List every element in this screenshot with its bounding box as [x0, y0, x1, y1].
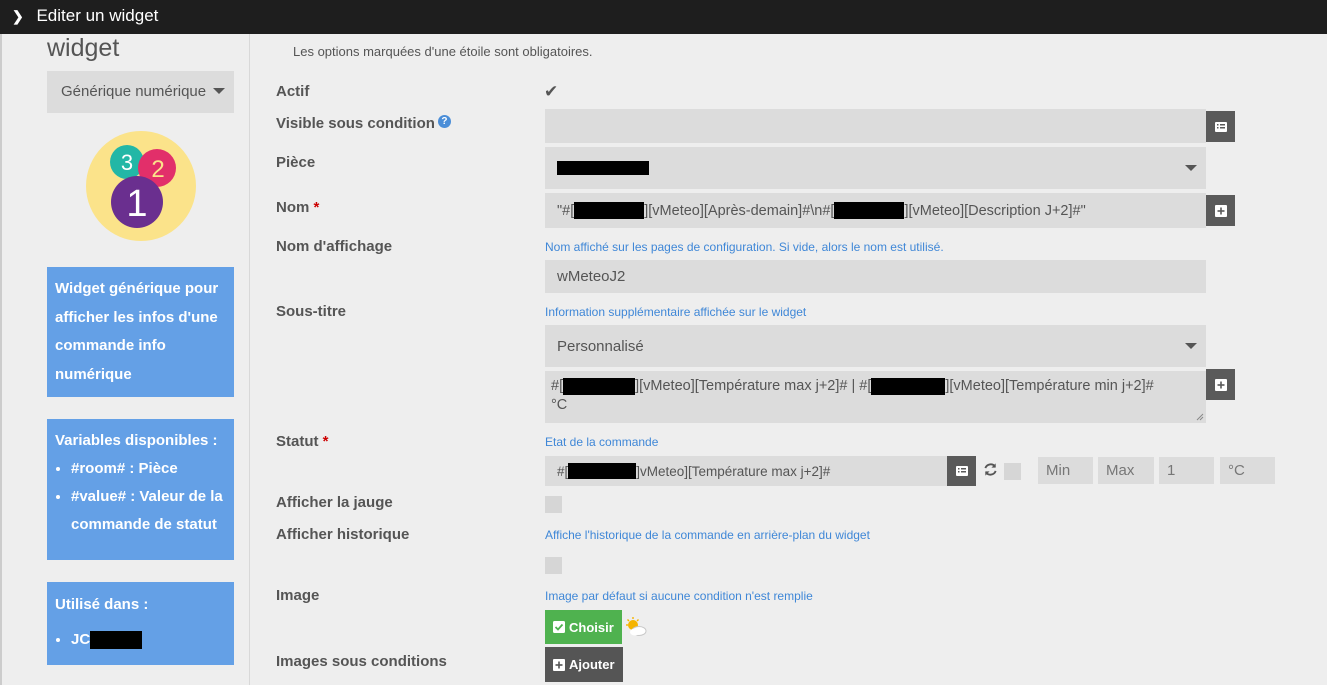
statut-text-part: ]vMeteo][Température max j+2]#: [636, 463, 831, 479]
sidebar-title: widget: [47, 34, 120, 62]
variable-value: #value# : Valeur de la commande de statu…: [71, 483, 226, 539]
visible-label-text: Visible sous condition: [276, 115, 435, 132]
variable-code: #room#: [71, 460, 126, 477]
ajouter-button[interactable]: Ajouter: [545, 647, 623, 682]
svg-text:3: 3: [121, 150, 133, 175]
sous-titre-select-value: Personnalisé: [557, 337, 644, 355]
sous-titre-text-part: ][vMeteo][Température max j+2]# | #[: [635, 378, 872, 394]
plus-square-icon: [1214, 204, 1227, 217]
nom-label: Nom *: [276, 199, 320, 216]
sous-titre-text-part: ][vMeteo][Température min j+2]#: [945, 378, 1154, 394]
unit-input[interactable]: °C: [1220, 457, 1275, 484]
images-conditions-label: Images sous conditions: [276, 653, 447, 670]
nom-add-button[interactable]: [1206, 195, 1235, 226]
weather-cloud-sun-icon: [626, 617, 647, 636]
variable-text: : Pièce: [125, 460, 178, 477]
refresh-icon[interactable]: [983, 462, 998, 477]
used-in-box: Utilisé dans : JC: [47, 582, 234, 665]
widget-form: Les options marquées d'une étoile sont o…: [251, 34, 1327, 685]
step-input[interactable]: 1: [1159, 457, 1214, 484]
help-icon[interactable]: ?: [437, 115, 451, 128]
statut-label-text: Statut: [276, 433, 319, 450]
numeric-widget-logo: 3 2 1: [86, 131, 196, 241]
redacted-block: [90, 631, 143, 650]
list-icon: [1214, 121, 1227, 132]
sous-titre-text-part: °C: [551, 397, 568, 413]
ajouter-button-label: Ajouter: [569, 657, 615, 672]
used-in-item[interactable]: JC: [71, 626, 226, 654]
historique-label: Afficher historique: [276, 526, 410, 543]
image-label: Image: [276, 587, 320, 604]
sous-titre-add-button[interactable]: [1206, 369, 1235, 400]
redacted-block: [834, 202, 905, 219]
choisir-button-label: Choisir: [569, 619, 614, 635]
variables-title: Variables disponibles :: [55, 432, 218, 449]
variable-room: #room# : Pièce: [71, 455, 226, 483]
nom-affichage-input[interactable]: wMeteoJ2: [545, 260, 1206, 293]
actif-label: Actif: [276, 83, 310, 100]
nom-affichage-info: Nom affiché sur les pages de configurati…: [545, 240, 944, 254]
visible-condition-input[interactable]: [545, 109, 1206, 143]
svg-text:2: 2: [151, 156, 164, 183]
widget-type-value: Générique numérique: [61, 83, 207, 100]
sous-titre-textarea[interactable]: #[ ][vMeteo][Température max j+2]# | #[ ][…: [545, 371, 1206, 423]
nom-affichage-value: wMeteoJ2: [557, 268, 626, 285]
widget-description: Widget générique pour afficher les infos…: [47, 267, 234, 397]
nom-text-part: "#[: [557, 202, 575, 219]
visible-label: Visible sous condition?: [276, 115, 451, 132]
resize-handle-icon[interactable]: [1196, 413, 1204, 421]
redacted-block: [574, 202, 645, 219]
nom-label-text: Nom: [276, 199, 310, 216]
widget-description-text: Widget générique pour afficher les infos…: [55, 280, 219, 383]
variables-box: Variables disponibles : #room# : Pièce #…: [47, 419, 234, 560]
check-square-icon: [553, 621, 565, 633]
historique-checkbox[interactable]: [545, 557, 562, 574]
chevron-down-icon: [213, 88, 225, 94]
statut-list-button[interactable]: [947, 456, 976, 486]
used-in-item-label: JC: [71, 631, 91, 648]
plus-square-icon: [553, 658, 565, 671]
statut-input[interactable]: #[ ]vMeteo][Température max j+2]#: [545, 456, 947, 486]
redacted-block: [563, 377, 636, 395]
nom-affichage-label: Nom d'affichage: [276, 238, 393, 255]
modal-title-bar: ❯ Editer un widget: [0, 0, 1327, 34]
choisir-button[interactable]: Choisir: [545, 610, 622, 644]
historique-info: Affiche l'historique de la commande en a…: [545, 528, 870, 542]
sous-titre-select[interactable]: Personnalisé: [545, 325, 1206, 367]
nom-text-part: ][vMeteo][Description J+2]#": [904, 202, 1086, 219]
min-input[interactable]: Min: [1038, 457, 1093, 484]
condition-list-button[interactable]: [1206, 111, 1235, 142]
widget-sidebar: widget Générique numérique 3 2 1 Widget …: [2, 34, 250, 685]
widget-type-select[interactable]: Générique numérique: [47, 71, 234, 113]
list-icon: [955, 466, 968, 476]
statut-label: Statut *: [276, 433, 329, 450]
modal-title: Editer un widget: [36, 6, 159, 25]
sous-titre-label: Sous-titre: [276, 303, 347, 320]
chevron-down-icon: [1185, 343, 1197, 349]
chevron-right-icon: ❯: [12, 8, 24, 24]
max-input[interactable]: Max: [1098, 457, 1154, 484]
sous-titre-text-part: #[: [551, 378, 564, 394]
plus-square-icon: [1214, 378, 1227, 391]
jauge-label: Afficher la jauge: [276, 494, 393, 511]
piece-select[interactable]: [545, 147, 1206, 189]
nom-text-part: ][vMeteo][Après-demain]#\n#[: [644, 202, 835, 219]
used-in-title: Utilisé dans :: [55, 596, 149, 613]
statut-text-part: #[: [557, 463, 569, 479]
required-hint: Les options marquées d'une étoile sont o…: [293, 44, 593, 59]
image-info: Image par défaut si aucune condition n'e…: [545, 589, 813, 603]
redacted-block: [871, 377, 946, 395]
actif-checkbox[interactable]: ✔: [544, 82, 558, 102]
chevron-down-icon: [1185, 165, 1197, 171]
variable-code: #value#: [71, 488, 127, 505]
nom-input[interactable]: "#[ ][vMeteo][Après-demain]#\n#[ ][vMeteo]…: [545, 193, 1206, 228]
statut-invert-checkbox[interactable]: [1004, 463, 1021, 480]
redacted-block: [557, 161, 649, 175]
sous-titre-info: Information supplémentaire affichée sur …: [545, 305, 807, 319]
redacted-block: [568, 463, 637, 479]
piece-label: Pièce: [276, 154, 316, 171]
jauge-checkbox[interactable]: [545, 496, 562, 513]
statut-info: Etat de la commande: [545, 435, 659, 449]
svg-text:1: 1: [126, 183, 147, 225]
